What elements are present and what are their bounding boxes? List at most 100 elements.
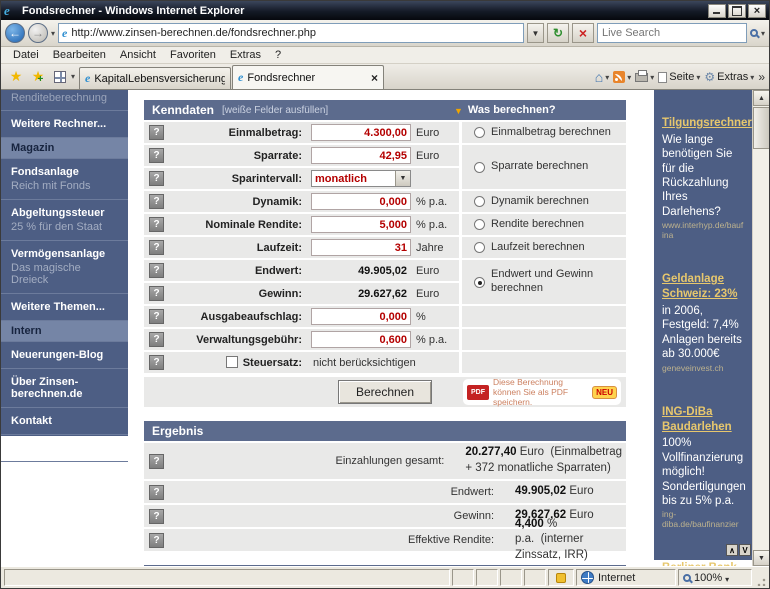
radio-icon[interactable]: [474, 219, 485, 230]
radio-einmalbetrag[interactable]: Einmalbetrag berechnen: [462, 122, 626, 143]
search-dropdown-icon[interactable]: [761, 29, 765, 38]
sidebar-item-abgeltungssteuer[interactable]: Abgeltungssteuer 25 % für den Staat: [1, 200, 128, 241]
feeds-dropdown-icon[interactable]: [627, 73, 631, 82]
tab-close-icon[interactable]: [371, 71, 378, 85]
tools-dropdown-icon[interactable]: [750, 73, 754, 82]
scroll-up-button[interactable]: [753, 90, 769, 106]
select-arrow-icon[interactable]: [395, 171, 410, 186]
help-button[interactable]: [149, 194, 164, 209]
history-dropdown-icon[interactable]: [51, 29, 55, 38]
radio-laufzeit[interactable]: Laufzeit berechnen: [462, 237, 626, 258]
sidebar-item-weitere-rechner[interactable]: Weitere Rechner...: [1, 111, 128, 138]
add-favorite-button[interactable]: [27, 66, 49, 88]
ad-title-link[interactable]: Tilgungsrechner: [662, 116, 745, 131]
help-button[interactable]: [149, 286, 164, 301]
ad-title-link[interactable]: ING-DiBa Baudarlehen: [662, 405, 745, 435]
scrollbar-thumb[interactable]: [753, 107, 769, 149]
sparrate-input[interactable]: [311, 147, 411, 164]
einmalbetrag-input[interactable]: [311, 124, 411, 141]
tab-kapitallebensversicherung[interactable]: e KapitalLebensversicherung k...: [79, 67, 231, 89]
help-button[interactable]: [149, 454, 164, 469]
sparintervall-select[interactable]: monatlich: [311, 170, 411, 187]
help-button[interactable]: [149, 148, 164, 163]
menu-extras[interactable]: Extras: [224, 48, 267, 62]
ad-ing-diba[interactable]: ING-DiBa Baudarlehen 100% Vollfinanzieru…: [662, 405, 745, 530]
page-dropdown-icon[interactable]: [696, 73, 700, 82]
menu-favoriten[interactable]: Favoriten: [164, 48, 222, 62]
close-button[interactable]: [748, 4, 766, 18]
sidebar-item-kontakt[interactable]: Kontakt: [1, 408, 128, 435]
radio-rendite[interactable]: Rendite berechnen: [462, 214, 626, 235]
sidebar-partial-item[interactable]: Renditeberechnung: [1, 90, 128, 111]
collapse-triangle-icon[interactable]: [454, 101, 463, 119]
help-button[interactable]: [149, 533, 164, 548]
page-menu-button[interactable]: Seite: [658, 71, 700, 83]
help-button[interactable]: [149, 171, 164, 186]
url-text[interactable]: http://www.zinsen-berechnen.de/fondsrech…: [71, 27, 520, 39]
sidebar-item-neuerungen-blog[interactable]: Neuerungen-Blog: [1, 342, 128, 369]
stop-button[interactable]: [572, 23, 594, 43]
home-button[interactable]: [595, 69, 609, 85]
radio-icon[interactable]: [474, 242, 485, 253]
sidebar-item-impressum[interactable]: Impressum: [1, 435, 128, 462]
tab-fondsrechner[interactable]: e Fondsrechner: [232, 65, 384, 89]
menu-bearbeiten[interactable]: Bearbeiten: [47, 48, 112, 62]
pdf-save-link[interactable]: Diese Berechnung können Sie als PDF spei…: [463, 379, 621, 405]
url-field[interactable]: e http://www.zinsen-berechnen.de/fondsre…: [58, 23, 524, 43]
help-button[interactable]: [149, 485, 164, 500]
feeds-button[interactable]: [613, 71, 631, 83]
minimize-button[interactable]: [708, 4, 726, 18]
resize-grip[interactable]: [754, 569, 767, 586]
help-button[interactable]: [149, 332, 164, 347]
radio-icon[interactable]: [474, 196, 485, 207]
ausgabeaufschlag-input[interactable]: [311, 308, 411, 325]
menu-datei[interactable]: Datei: [7, 48, 45, 62]
zoom-dropdown-icon[interactable]: [725, 569, 729, 587]
tools-menu-button[interactable]: Extras: [704, 70, 754, 84]
zoom-control[interactable]: 100%: [678, 569, 752, 586]
home-dropdown-icon[interactable]: [605, 73, 609, 82]
refresh-button[interactable]: [547, 23, 569, 43]
help-button[interactable]: [149, 240, 164, 255]
ad-geldanlage-schweiz[interactable]: Geldanlage Schweiz: 23% in 2006, Festgel…: [662, 272, 745, 372]
radio-dynamik[interactable]: Dynamik berechnen: [462, 191, 626, 212]
ad-scroll-down-button[interactable]: [739, 544, 751, 556]
scroll-down-button[interactable]: [753, 550, 769, 566]
steuersatz-checkbox[interactable]: [226, 356, 238, 368]
dynamik-input[interactable]: [311, 193, 411, 210]
rendite-input[interactable]: [311, 216, 411, 233]
radio-icon[interactable]: [474, 162, 485, 173]
radio-endwert-gewinn[interactable]: Endwert und Gewinn berechnen: [462, 260, 626, 304]
help-button[interactable]: [149, 309, 164, 324]
menu-ansicht[interactable]: Ansicht: [114, 48, 162, 62]
sidebar-item-vermoegensanlage[interactable]: Vermögensanlage Das magische Dreieck: [1, 241, 128, 294]
sidebar-item-ueber[interactable]: Über Zinsen-berechnen.de: [1, 369, 128, 408]
ad-scroll-up-button[interactable]: [726, 544, 738, 556]
back-button[interactable]: [5, 23, 25, 43]
print-dropdown-icon[interactable]: [650, 73, 654, 82]
more-commands-icon[interactable]: [758, 68, 765, 86]
url-dropdown-button[interactable]: [527, 23, 544, 43]
berechnen-button[interactable]: Berechnen: [338, 380, 432, 404]
help-button[interactable]: [149, 509, 164, 524]
radio-sparrate[interactable]: Sparrate berechnen: [462, 145, 626, 189]
sidebar-item-weitere-themen[interactable]: Weitere Themen...: [1, 294, 128, 321]
laufzeit-input[interactable]: [311, 239, 411, 256]
help-button[interactable]: [149, 125, 164, 140]
vertical-scrollbar[interactable]: [752, 90, 769, 566]
ad-berliner-bank[interactable]: Berliner Bank sichern Sie sich jetzt 4,3…: [662, 561, 745, 566]
radio-icon[interactable]: [474, 127, 485, 138]
ad-title-link[interactable]: Berliner Bank: [662, 561, 745, 566]
print-button[interactable]: [635, 73, 654, 82]
verwaltungsgebuehr-input[interactable]: [311, 331, 411, 348]
radio-selected-icon[interactable]: [474, 277, 485, 288]
menu-hilfe[interactable]: ?: [269, 48, 287, 62]
ad-title-link[interactable]: Geldanlage Schweiz: 23%: [662, 272, 745, 302]
search-icon[interactable]: [750, 29, 758, 37]
help-button[interactable]: [149, 217, 164, 232]
search-input[interactable]: [602, 27, 742, 39]
sidebar-item-fondsanlage[interactable]: Fondsanlage Reich mit Fonds: [1, 159, 128, 200]
favorites-button[interactable]: [5, 66, 27, 88]
search-box[interactable]: [597, 23, 747, 43]
maximize-button[interactable]: [728, 4, 746, 18]
